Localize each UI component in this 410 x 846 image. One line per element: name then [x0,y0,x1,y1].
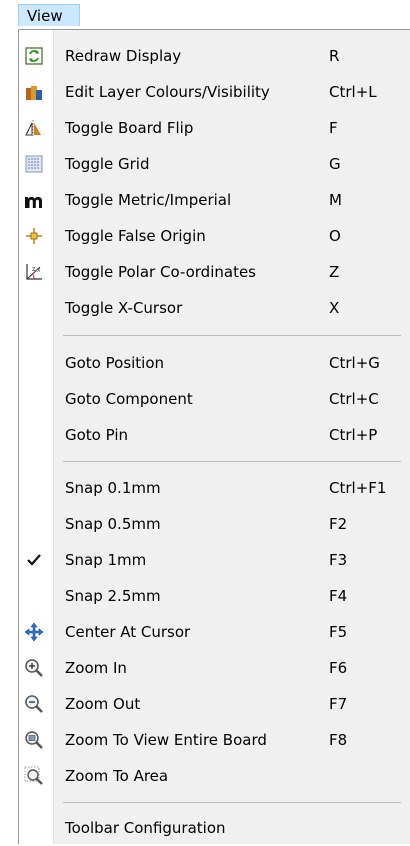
menu-item-shortcut: Z [329,263,340,281]
menu-item-shortcut: Ctrl+C [329,390,379,408]
menu-item-shortcut: F2 [329,515,348,533]
menu-item-shortcut: F [329,119,338,137]
zoom-board-icon [21,727,47,753]
menu-item-shortcut: M [329,191,342,209]
menu-item-label: Goto Pin [65,426,129,444]
menu-item-shortcut: Ctrl+F1 [329,479,387,497]
svg-text:X: X [37,268,41,274]
menu-item-label: Toggle Board Flip [65,119,194,137]
menu-item-label: Edit Layer Colours/Visibility [65,83,270,101]
menu-item-label: Zoom Out [65,695,141,713]
menu-separator [63,461,401,462]
menu-item-label: Zoom To Area [65,767,169,785]
menu-item-snap-0-1mm[interactable]: Snap 0.1mm Ctrl+F1 [19,470,410,506]
menu-item-goto-position[interactable]: Goto Position Ctrl+G [19,345,410,381]
menu-item-label: Snap 0.1mm [65,479,161,497]
menu-item-goto-component[interactable]: Goto Component Ctrl+C [19,381,410,417]
menu-item-label: Toggle X-Cursor [65,299,183,317]
menu-item-label: Goto Position [65,354,165,372]
menu-item-toolbar-configuration[interactable]: Toolbar Configuration [19,810,410,846]
menu-item-toggle-x-cursor[interactable]: Toggle X-Cursor X [19,290,410,326]
menu-item-zoom-entire-board[interactable]: Zoom To View Entire Board F8 [19,722,410,758]
menu-item-shortcut: F5 [329,623,348,641]
menu-item-snap-0-5mm[interactable]: Snap 0.5mm F2 [19,506,410,542]
menu-item-snap-1mm[interactable]: Snap 1mm F3 [19,542,410,578]
menu-item-snap-2-5mm[interactable]: Snap 2.5mm F4 [19,578,410,614]
menu-item-label: Redraw Display [65,47,182,65]
menu-item-shortcut: O [329,227,341,245]
menu-separator [63,335,401,336]
menu-item-shortcut: F3 [329,551,348,569]
menu-item-label: Toggle Metric/Imperial [65,191,232,209]
menu-item-shortcut: X [329,299,340,317]
zoom-in-icon [21,655,47,681]
menu-item-shortcut: R [329,47,340,65]
menu-item-toggle-false-origin[interactable]: Toggle False Origin O [19,218,410,254]
menu-item-shortcut: G [329,155,341,173]
menu-item-label: Center At Cursor [65,623,191,641]
move-arrows-icon [21,619,47,645]
redraw-icon [21,43,47,69]
metric-m-icon [21,187,47,213]
menu-item-label: Toolbar Configuration [65,819,226,837]
menu-separator [63,802,401,803]
svg-text:Z: Z [32,267,36,273]
menu-item-redraw-display[interactable]: Redraw Display R [19,38,410,74]
menu-item-label: Snap 1mm [65,551,147,569]
menu-item-label: Toggle False Origin [65,227,206,245]
board-flip-icon [21,115,47,141]
menu-item-edit-layer-colours[interactable]: Edit Layer Colours/Visibility Ctrl+L [19,74,410,110]
menu-item-label: Zoom In [65,659,127,677]
menu-item-label: Zoom To View Entire Board [65,731,267,749]
menu-item-shortcut: F7 [329,695,348,713]
polar-coordinates-icon: Z X [21,259,47,285]
menu-item-shortcut: Ctrl+G [329,354,380,372]
menu-item-label: Snap 2.5mm [65,587,161,605]
false-origin-icon [21,223,47,249]
menu-item-toggle-polar-coordinates[interactable]: Z X Toggle Polar Co-ordinates Z [19,254,410,290]
view-dropdown-menu: Redraw Display R Edit Layer Colours/Visi… [18,30,410,844]
grid-icon [21,151,47,177]
menu-item-shortcut: F4 [329,587,348,605]
menu-item-label: Toggle Polar Co-ordinates [65,263,256,281]
menu-item-shortcut: Ctrl+P [329,426,378,444]
menu-item-label: Toggle Grid [65,155,150,173]
menu-item-zoom-out[interactable]: Zoom Out F7 [19,686,410,722]
menu-view[interactable]: View [18,4,80,26]
menu-item-toggle-grid[interactable]: Toggle Grid G [19,146,410,182]
layers-icon [21,79,47,105]
menu-item-toggle-board-flip[interactable]: Toggle Board Flip F [19,110,410,146]
menu-item-shortcut: F8 [329,731,348,749]
menu-bar: View [0,0,410,30]
zoom-out-icon [21,691,47,717]
menu-item-shortcut: F6 [329,659,348,677]
zoom-area-icon [21,763,47,789]
menu-item-toggle-metric-imperial[interactable]: Toggle Metric/Imperial M [19,182,410,218]
menu-item-zoom-to-area[interactable]: Zoom To Area [19,758,410,794]
menu-item-goto-pin[interactable]: Goto Pin Ctrl+P [19,417,410,453]
menu-item-label: Snap 0.5mm [65,515,161,533]
menu-item-shortcut: Ctrl+L [329,83,377,101]
menu-item-center-at-cursor[interactable]: Center At Cursor F5 [19,614,410,650]
checkmark-icon [21,547,47,573]
menu-item-label: Goto Component [65,390,193,408]
menu-item-zoom-in[interactable]: Zoom In F6 [19,650,410,686]
